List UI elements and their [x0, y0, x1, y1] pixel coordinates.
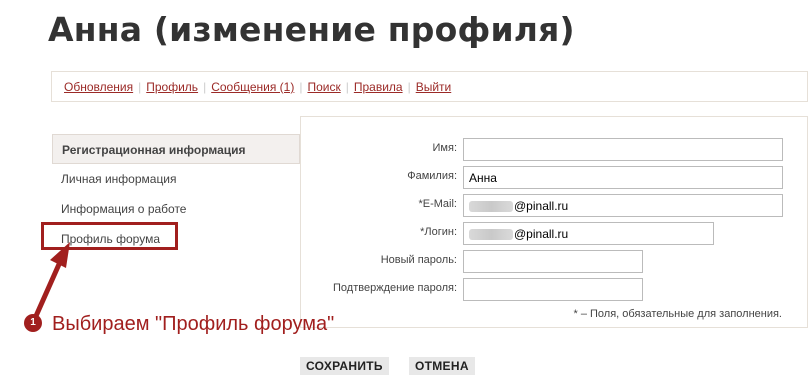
annotation-number-badge: 1	[24, 314, 42, 332]
annotation-text: Выбираем "Профиль форума"	[52, 313, 335, 335]
